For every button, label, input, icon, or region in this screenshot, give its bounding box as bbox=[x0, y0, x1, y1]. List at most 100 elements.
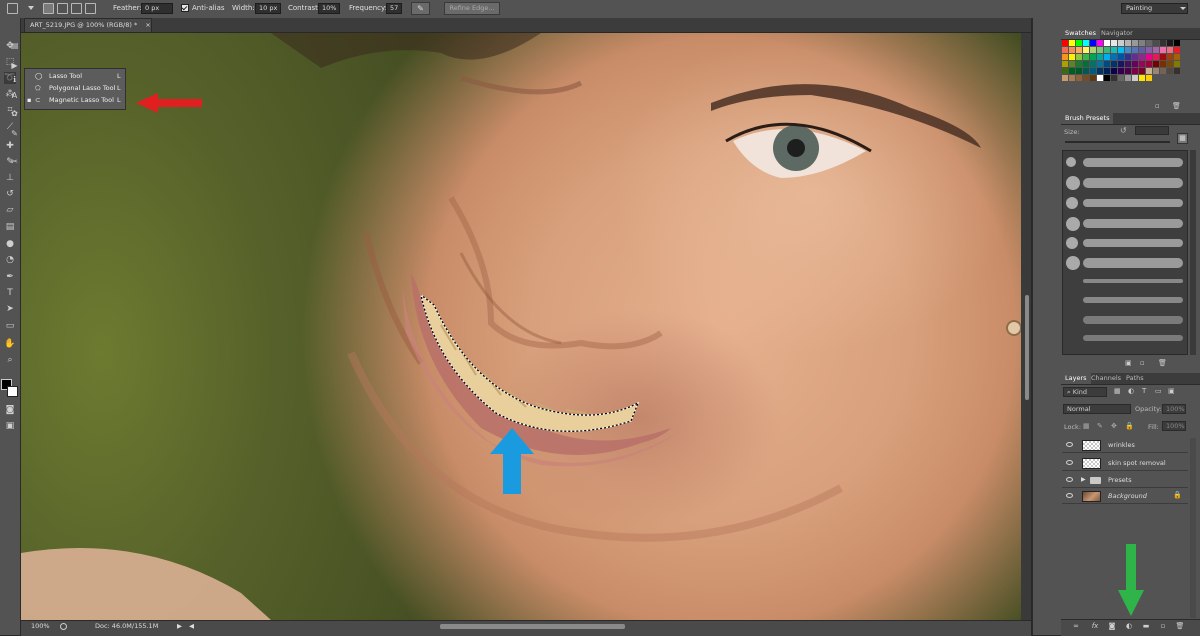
color-swatch[interactable] bbox=[1174, 61, 1180, 67]
shape-tool-icon[interactable]: ▭ bbox=[4, 320, 16, 332]
workspace-dropdown-icon[interactable] bbox=[1180, 7, 1186, 10]
color-swatch[interactable] bbox=[1125, 40, 1131, 46]
color-swatch[interactable] bbox=[1111, 54, 1117, 60]
color-swatch[interactable] bbox=[1146, 40, 1152, 46]
color-swatch[interactable] bbox=[1174, 54, 1180, 60]
color-swatch[interactable] bbox=[1132, 47, 1138, 53]
color-swatch[interactable] bbox=[1174, 40, 1180, 46]
fill-input[interactable]: 100% bbox=[1162, 421, 1186, 431]
color-swatch[interactable] bbox=[1062, 68, 1068, 74]
new-layer-icon[interactable]: ▫ bbox=[1158, 621, 1168, 631]
color-swatch[interactable] bbox=[1167, 68, 1173, 74]
refine-edge-button[interactable]: Refine Edge... bbox=[444, 2, 500, 15]
color-swatch[interactable] bbox=[1090, 54, 1096, 60]
color-swatch[interactable] bbox=[1090, 68, 1096, 74]
brush-options-icon[interactable]: ▣ bbox=[1125, 359, 1132, 367]
color-swatch[interactable] bbox=[1062, 40, 1068, 46]
color-swatch[interactable] bbox=[1083, 61, 1089, 67]
expand-triangle-icon[interactable]: ▶ bbox=[1081, 476, 1086, 483]
color-swatch[interactable] bbox=[1104, 68, 1110, 74]
color-swatch[interactable] bbox=[1076, 47, 1082, 53]
brush-panel-icon[interactable]: ✎ bbox=[9, 128, 20, 139]
color-swatch[interactable] bbox=[1069, 54, 1075, 60]
color-swatch[interactable] bbox=[1125, 75, 1131, 81]
color-swatch[interactable] bbox=[1104, 75, 1110, 81]
color-swatch[interactable] bbox=[1167, 47, 1173, 53]
delete-brush-icon[interactable]: 🗑 bbox=[1158, 359, 1167, 367]
color-swatch[interactable] bbox=[1125, 68, 1131, 74]
zoom-level[interactable]: 100% bbox=[31, 622, 50, 630]
workspace-switcher[interactable]: Painting bbox=[1121, 3, 1188, 14]
layer-row-background[interactable]: Background 🔒 bbox=[1062, 489, 1188, 504]
clone-stamp-tool-icon[interactable]: ⊥ bbox=[4, 172, 16, 184]
color-swatch[interactable] bbox=[1083, 40, 1089, 46]
document-canvas[interactable] bbox=[21, 33, 1021, 620]
blur-tool-icon[interactable]: ● bbox=[4, 238, 16, 250]
flyout-lasso-tool[interactable]: ◯ Lasso Tool L bbox=[25, 70, 125, 82]
brush-size-field[interactable] bbox=[1135, 126, 1169, 135]
lock-position-icon[interactable]: ✥ bbox=[1111, 422, 1117, 430]
color-swatch[interactable] bbox=[1125, 54, 1131, 60]
color-swatch[interactable] bbox=[1167, 40, 1173, 46]
color-swatch[interactable] bbox=[1125, 61, 1131, 67]
color-swatch[interactable] bbox=[1146, 75, 1152, 81]
info-panel-icon[interactable]: ℹ bbox=[9, 74, 20, 85]
color-swatch[interactable] bbox=[1139, 68, 1145, 74]
color-swatch[interactable] bbox=[1069, 68, 1075, 74]
color-swatch[interactable] bbox=[1160, 40, 1166, 46]
color-swatch[interactable] bbox=[1097, 61, 1103, 67]
color-swatch[interactable] bbox=[1076, 40, 1082, 46]
frequency-input[interactable]: 57 bbox=[386, 3, 402, 14]
tool-presets-panel-icon[interactable]: ✂ bbox=[9, 156, 20, 167]
color-swatch[interactable] bbox=[1153, 54, 1159, 60]
color-swatch[interactable] bbox=[1111, 68, 1117, 74]
add-to-selection-icon[interactable] bbox=[57, 3, 68, 14]
color-swatch[interactable] bbox=[1097, 40, 1103, 46]
feather-input[interactable]: 0 px bbox=[141, 3, 173, 14]
color-swatch[interactable] bbox=[1139, 54, 1145, 60]
clone-source-panel-icon[interactable]: ✿ bbox=[9, 108, 20, 119]
color-swatch[interactable] bbox=[1104, 54, 1110, 60]
history-panel-icon[interactable]: ▤ bbox=[9, 40, 20, 51]
status-menu-arrow-icon[interactable]: ▶ bbox=[177, 622, 182, 630]
color-swatch[interactable] bbox=[1076, 68, 1082, 74]
path-selection-tool-icon[interactable]: ➤ bbox=[4, 303, 16, 315]
color-swatch[interactable] bbox=[1090, 61, 1096, 67]
color-swatch[interactable] bbox=[1111, 40, 1117, 46]
color-swatch[interactable] bbox=[1118, 47, 1124, 53]
color-swatch[interactable] bbox=[1132, 61, 1138, 67]
close-tab-icon[interactable]: × bbox=[145, 21, 150, 29]
document-tab[interactable]: ART_5219.JPG @ 100% (RGB/8) * × bbox=[24, 18, 152, 32]
color-swatch[interactable] bbox=[1097, 54, 1103, 60]
color-swatch[interactable] bbox=[1139, 75, 1145, 81]
color-swatch[interactable] bbox=[1118, 54, 1124, 60]
filter-pixel-icon[interactable]: ▦ bbox=[1114, 387, 1121, 395]
add-mask-icon[interactable]: ◙ bbox=[1107, 621, 1117, 631]
color-swatch[interactable] bbox=[1111, 75, 1117, 81]
width-input[interactable]: 10 px bbox=[255, 3, 281, 14]
color-swatch[interactable] bbox=[1062, 75, 1068, 81]
color-swatch[interactable] bbox=[1139, 40, 1145, 46]
healing-brush-tool-icon[interactable]: ✚ bbox=[4, 140, 16, 152]
layer-row-wrinkles[interactable]: wrinkles bbox=[1062, 438, 1188, 453]
color-swatch[interactable] bbox=[1132, 54, 1138, 60]
brush-panel-toggle-icon[interactable]: ▦ bbox=[1177, 133, 1188, 144]
intersect-selection-icon[interactable] bbox=[85, 3, 96, 14]
visibility-eye-icon[interactable] bbox=[1066, 460, 1073, 465]
history-brush-tool-icon[interactable]: ↺ bbox=[4, 188, 16, 200]
screen-mode-icon[interactable]: ▣ bbox=[4, 420, 16, 432]
color-swatch[interactable] bbox=[1146, 68, 1152, 74]
color-swatch[interactable] bbox=[1160, 68, 1166, 74]
character-panel-icon[interactable]: A bbox=[9, 90, 20, 101]
color-swatch[interactable] bbox=[1139, 61, 1145, 67]
tab-navigator[interactable]: Navigator bbox=[1097, 28, 1137, 39]
anti-alias-checkbox[interactable] bbox=[181, 4, 189, 12]
color-swatch[interactable] bbox=[1153, 47, 1159, 53]
color-swatch[interactable] bbox=[1076, 54, 1082, 60]
color-swatch[interactable] bbox=[1083, 47, 1089, 53]
color-swatch[interactable] bbox=[1153, 61, 1159, 67]
brush-size-slider[interactable] bbox=[1065, 141, 1170, 143]
type-tool-icon[interactable]: T bbox=[4, 287, 16, 299]
color-swatch[interactable] bbox=[1160, 61, 1166, 67]
color-swatch[interactable] bbox=[1097, 75, 1103, 81]
